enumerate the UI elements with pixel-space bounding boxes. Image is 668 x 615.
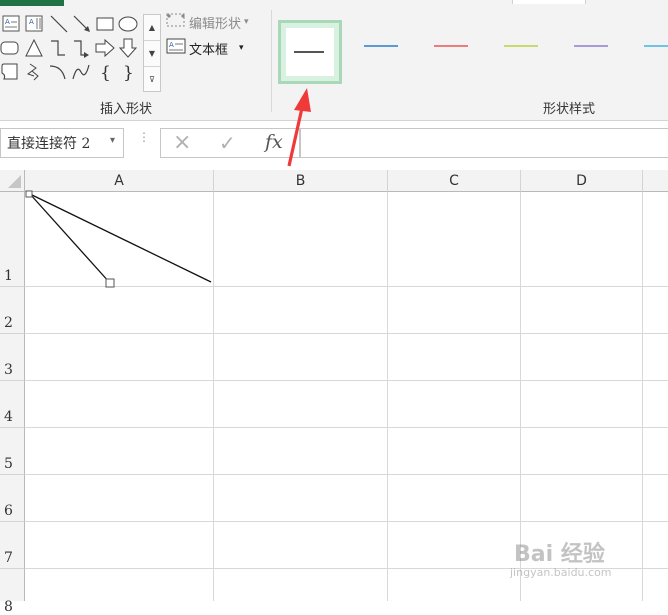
watermark-brand: Bai 经验 xyxy=(514,542,605,567)
connector-start-handle[interactable] xyxy=(25,190,33,198)
watermark-logo: Bai 经验 jingyan.baidu.com xyxy=(508,528,632,584)
annotation-arrow xyxy=(287,88,311,167)
straight-connector-shape[interactable] xyxy=(29,193,212,283)
straight-connector-shape[interactable] xyxy=(29,193,111,284)
annotation-arrow-head xyxy=(294,88,311,112)
connector-end-handle[interactable] xyxy=(105,278,115,288)
annotation-arrow-shaft xyxy=(287,107,304,167)
drawing-layer xyxy=(25,190,212,288)
watermark-url: jingyan.baidu.com xyxy=(510,566,612,579)
